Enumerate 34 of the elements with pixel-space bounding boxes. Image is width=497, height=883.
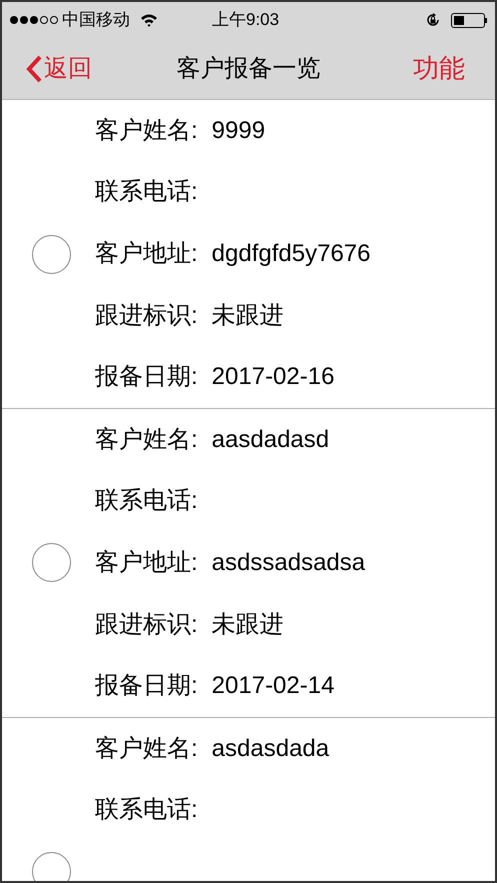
- field-value: 9999: [212, 116, 266, 146]
- status-time: 上午9:03: [212, 9, 280, 32]
- field-label: 客户姓名:: [95, 424, 198, 455]
- field-label: 报备日期:: [95, 671, 198, 702]
- field-value: 2017-02-14: [212, 671, 334, 702]
- select-radio[interactable]: [32, 852, 71, 881]
- function-button[interactable]: 功能: [413, 49, 465, 88]
- field-label: 客户地址:: [95, 238, 198, 269]
- field-label: 客户地址:: [95, 548, 198, 578]
- field-label: 客户姓名:: [95, 734, 198, 764]
- battery-icon: [451, 12, 487, 28]
- wifi-icon: [140, 13, 158, 27]
- field-value: asdssadsadsa: [212, 548, 366, 578]
- field-label: 联系电话:: [95, 795, 198, 826]
- field-value: dgdfgfd5y7676: [212, 238, 370, 269]
- field-value: asdasdada: [212, 734, 330, 764]
- field-value: 未跟进: [212, 610, 284, 640]
- back-chevron-icon: [24, 54, 44, 84]
- field-label: 联系电话:: [95, 486, 198, 516]
- carrier-name: 中国移动: [62, 9, 130, 32]
- signal-icon: [10, 16, 58, 24]
- back-button[interactable]: 返回: [24, 50, 92, 86]
- field-label: 报备日期:: [95, 362, 198, 392]
- field-label: 跟进标识:: [95, 610, 198, 640]
- select-radio[interactable]: [32, 543, 71, 582]
- field-label: 跟进标识:: [95, 300, 198, 331]
- field-label: 联系电话:: [95, 177, 198, 208]
- field-label: 客户姓名:: [95, 116, 198, 146]
- rotation-lock-icon: [425, 12, 441, 28]
- field-value: 未跟进: [212, 300, 284, 331]
- field-value: 2017-02-16: [212, 362, 334, 392]
- nav-title: 客户报备一览: [176, 54, 320, 84]
- select-radio[interactable]: [32, 234, 71, 274]
- field-value: aasdadasd: [212, 424, 330, 455]
